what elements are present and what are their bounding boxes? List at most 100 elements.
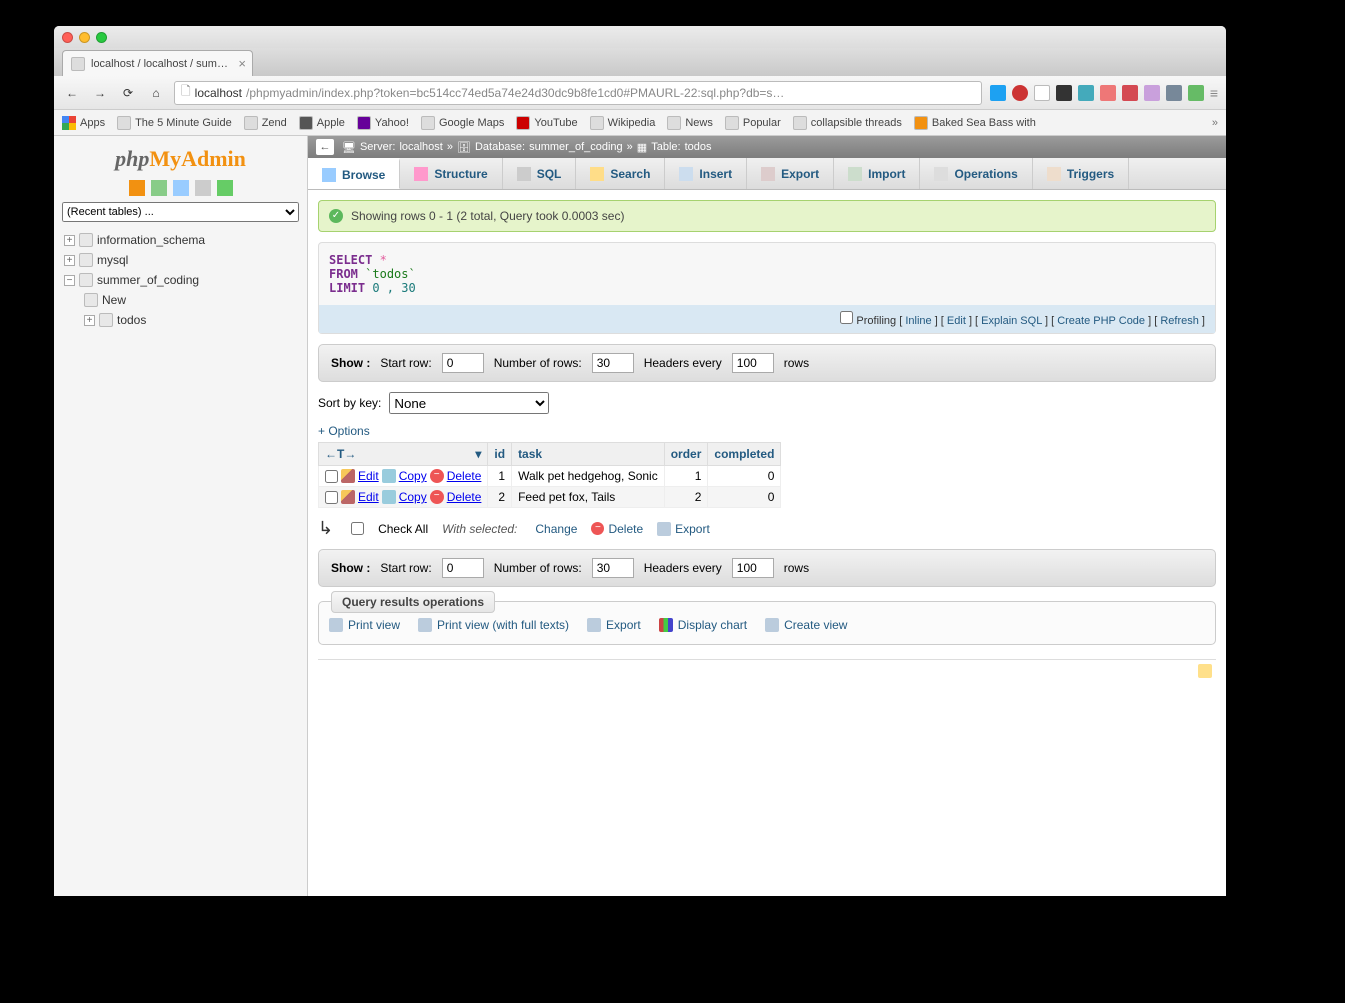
url-field[interactable]: 🗋 localhost/phpmyadmin/index.php?token=b… <box>174 81 982 105</box>
home-icon[interactable] <box>129 180 145 196</box>
expand-icon[interactable]: + <box>64 255 75 266</box>
print-view-full[interactable]: Print view (with full texts) <box>418 618 569 632</box>
tab-import[interactable]: Import <box>834 158 920 189</box>
home-button[interactable]: ⌂ <box>146 83 166 103</box>
num-rows-input[interactable] <box>592 558 634 578</box>
logout-icon[interactable] <box>151 180 167 196</box>
tab-insert[interactable]: Insert <box>665 158 747 189</box>
tab-triggers[interactable]: Triggers <box>1033 158 1129 189</box>
export-results[interactable]: Export <box>587 618 641 632</box>
create-php-link[interactable]: Create PHP Code <box>1057 315 1145 327</box>
delete-row[interactable]: Delete <box>447 490 482 504</box>
extension-icon[interactable] <box>1056 85 1072 101</box>
reload-icon[interactable] <box>217 180 233 196</box>
bookmark-item[interactable]: Popular <box>725 116 781 130</box>
bookmark-item[interactable]: Zend <box>244 116 287 130</box>
edit-row[interactable]: Edit <box>358 490 379 504</box>
row-checkbox[interactable] <box>325 470 338 483</box>
camera-icon[interactable] <box>1166 85 1182 101</box>
extension-icon[interactable] <box>1144 85 1160 101</box>
row-checkbox[interactable] <box>325 491 338 504</box>
browser-tab[interactable]: localhost / localhost / sum… × <box>62 50 253 76</box>
back-button[interactable]: ← <box>62 83 82 103</box>
headers-every-input[interactable] <box>732 558 774 578</box>
export-selected[interactable]: Export <box>657 522 710 536</box>
bookmark-item[interactable]: Baked Sea Bass with <box>914 116 1036 130</box>
query-window-icon[interactable] <box>173 180 189 196</box>
expand-icon[interactable]: + <box>84 315 95 326</box>
docs-icon[interactable] <box>195 180 211 196</box>
display-chart[interactable]: Display chart <box>659 618 747 632</box>
profiling-checkbox[interactable] <box>840 311 853 324</box>
bookmark-item[interactable]: Apple <box>299 116 345 130</box>
breadcrumb-server[interactable]: localhost <box>399 141 442 153</box>
twitter-icon[interactable] <box>990 85 1006 101</box>
refresh-link[interactable]: Refresh <box>1160 315 1199 327</box>
copy-row[interactable]: Copy <box>399 469 427 483</box>
tree-db-summer-of-coding[interactable]: −summer_of_coding <box>60 270 307 290</box>
tree-new-table[interactable]: New <box>60 290 307 310</box>
tab-sql[interactable]: SQL <box>503 158 577 189</box>
star-icon[interactable] <box>1034 85 1050 101</box>
pocket-icon[interactable] <box>1122 85 1138 101</box>
delete-selected[interactable]: −Delete <box>591 522 643 536</box>
tree-db-mysql[interactable]: +mysql <box>60 250 307 270</box>
bookmark-item[interactable]: Yahoo! <box>357 116 409 130</box>
col-completed[interactable]: completed <box>708 443 781 466</box>
check-all-checkbox[interactable] <box>351 522 364 535</box>
extension-icon[interactable] <box>1100 85 1116 101</box>
bookmark-item[interactable]: Wikipedia <box>590 116 656 130</box>
close-window-icon[interactable] <box>62 32 73 43</box>
col-order[interactable]: order <box>664 443 708 466</box>
zoom-window-icon[interactable] <box>96 32 107 43</box>
forward-button[interactable]: → <box>90 83 110 103</box>
explain-link[interactable]: Explain SQL <box>981 315 1042 327</box>
bookmark-item[interactable]: YouTube <box>516 116 577 130</box>
tab-export[interactable]: Export <box>747 158 834 189</box>
sort-select[interactable]: None <box>389 392 549 414</box>
options-toggle[interactable]: + Options <box>318 424 1216 438</box>
console-icon[interactable] <box>1198 664 1212 678</box>
tab-search[interactable]: Search <box>576 158 665 189</box>
bookmarks-overflow-icon[interactable]: » <box>1212 117 1218 129</box>
tab-structure[interactable]: Structure <box>400 158 502 189</box>
amazon-icon[interactable] <box>1078 85 1094 101</box>
evernote-icon[interactable] <box>1188 85 1204 101</box>
bookmark-item[interactable]: News <box>667 116 713 130</box>
col-id[interactable]: id <box>488 443 512 466</box>
delete-row[interactable]: Delete <box>447 469 482 483</box>
expand-icon[interactable]: + <box>64 235 75 246</box>
edit-link[interactable]: Edit <box>947 315 966 327</box>
minimize-window-icon[interactable] <box>79 32 90 43</box>
num-rows-input[interactable] <box>592 353 634 373</box>
inline-link[interactable]: Inline <box>905 315 931 327</box>
back-icon[interactable]: ← <box>316 139 334 155</box>
headers-every-input[interactable] <box>732 353 774 373</box>
print-view[interactable]: Print view <box>329 618 400 632</box>
tree-db-information-schema[interactable]: +information_schema <box>60 230 307 250</box>
edit-row[interactable]: Edit <box>358 469 379 483</box>
create-view[interactable]: Create view <box>765 618 847 632</box>
reload-button[interactable]: ⟳ <box>118 83 138 103</box>
start-row-input[interactable] <box>442 558 484 578</box>
start-row-input[interactable] <box>442 353 484 373</box>
chrome-menu-icon[interactable]: ≡ <box>1210 85 1218 101</box>
copy-row[interactable]: Copy <box>399 490 427 504</box>
breadcrumb-table[interactable]: todos <box>685 141 712 153</box>
extension-icon[interactable] <box>1012 85 1028 101</box>
bookmark-item[interactable]: collapsible threads <box>793 116 902 130</box>
tree-table-todos[interactable]: +todos <box>60 310 307 330</box>
change-selected[interactable]: Change <box>531 522 577 536</box>
tab-browse[interactable]: Browse <box>308 158 400 189</box>
collapse-icon[interactable]: − <box>64 275 75 286</box>
recent-tables-select[interactable]: (Recent tables) ... <box>62 202 299 222</box>
bookmark-item[interactable]: The 5 Minute Guide <box>117 116 232 130</box>
col-task[interactable]: task <box>512 443 665 466</box>
apps-button[interactable]: Apps <box>62 116 105 130</box>
col-nav[interactable]: ←T→ ▾ <box>319 443 488 466</box>
bookmark-item[interactable]: Google Maps <box>421 116 504 130</box>
close-tab-icon[interactable]: × <box>238 56 246 71</box>
chevron-down-icon[interactable]: ▾ <box>475 447 481 461</box>
breadcrumb-database[interactable]: summer_of_coding <box>529 141 623 153</box>
tab-operations[interactable]: Operations <box>920 158 1032 189</box>
